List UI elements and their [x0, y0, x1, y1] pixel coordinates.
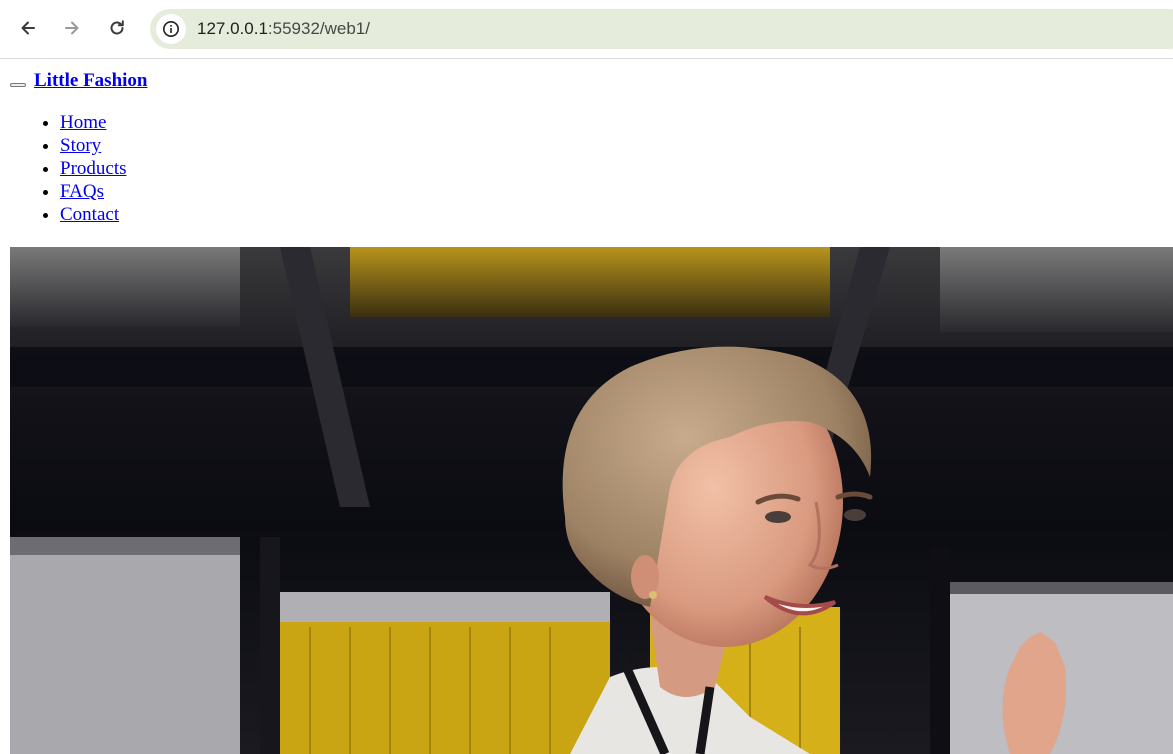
nav-menu: Home Story Products FAQs Contact — [0, 111, 127, 226]
navbar-toggler-button[interactable] — [10, 83, 26, 87]
reload-icon — [110, 20, 124, 35]
hero-photo-illustration — [10, 247, 1173, 754]
url-text[interactable]: 127.0.0.1:55932/web1/ — [197, 19, 370, 39]
url-host: 127.0.0.1 — [197, 19, 268, 38]
site-info-icon — [163, 21, 179, 37]
address-bar[interactable]: 127.0.0.1:55932/web1/ — [150, 9, 1173, 49]
nav-item-story: Story — [60, 134, 127, 157]
url-path: :55932/web1/ — [267, 19, 370, 38]
forward-arrow-icon — [65, 21, 79, 35]
nav-link-story[interactable]: Story — [60, 135, 101, 156]
forward-button[interactable] — [55, 11, 89, 45]
nav-link-home[interactable]: Home — [60, 112, 106, 133]
back-button[interactable] — [11, 11, 45, 45]
nav-link-contact[interactable]: Contact — [60, 204, 119, 225]
nav-item-contact: Contact — [60, 203, 127, 226]
nav-link-products[interactable]: Products — [60, 158, 127, 179]
reload-button[interactable] — [100, 11, 134, 45]
browser-toolbar: 127.0.0.1:55932/web1/ — [0, 0, 1173, 59]
site-info-button[interactable] — [156, 14, 186, 44]
nav-item-products: Products — [60, 157, 127, 180]
hero-image — [10, 247, 1173, 754]
brand-link[interactable]: Little Fashion — [34, 70, 147, 92]
nav-link-faqs[interactable]: FAQs — [60, 181, 104, 202]
nav-item-home: Home — [60, 111, 127, 134]
nav-item-faqs: FAQs — [60, 180, 127, 203]
page-content: Little Fashion Home Story Products FAQs … — [0, 59, 1173, 754]
back-arrow-icon — [21, 21, 35, 35]
